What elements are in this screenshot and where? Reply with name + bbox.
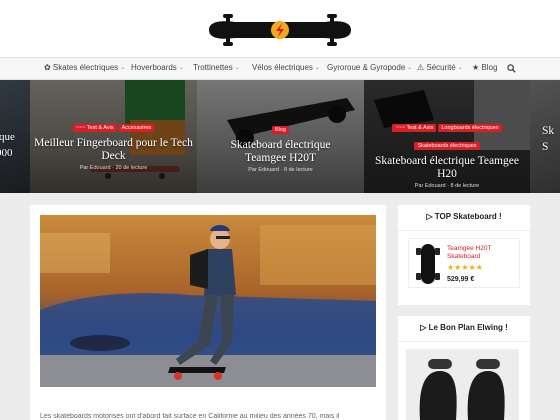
product-card[interactable]: Teamgee H20T Skateboard ★★★★★ 529,99 € — [408, 238, 520, 288]
slide-teamgee-h20[interactable]: ~~~ Test & Avis Longboards électriques Sk… — [364, 80, 530, 193]
nav-item-securite[interactable]: ⚠ Sécurité ⌄ — [417, 63, 463, 72]
chevron-down-icon: ⌄ — [457, 65, 463, 71]
nav-item-velos[interactable]: Vélos électriques ⌄ — [252, 63, 320, 72]
chevron-down-icon: ⌄ — [120, 65, 126, 71]
article-card: Les skateboards motorisés ont d'abord fa… — [30, 205, 386, 420]
slide-meta: Par Edouard · 8 de lecture — [414, 183, 480, 189]
nav-label: ★ Blog — [472, 63, 498, 72]
nav-label: Trottinettes — [193, 63, 233, 72]
nav-label: Vélos électriques — [252, 63, 313, 72]
slide-title: Sk — [542, 125, 555, 137]
slide-meta: Par Edouard · 8 de lecture — [248, 167, 313, 173]
elwing-product-image[interactable] — [406, 349, 519, 420]
slide-title[interactable]: Skateboard électrique Teamgee H20T — [197, 139, 364, 165]
site-header — [0, 0, 560, 57]
product-name[interactable]: Teamgee H20T Skateboard — [447, 245, 517, 261]
category-badge[interactable]: Accessoires — [118, 124, 155, 132]
widget-title: ▷ TOP Skateboard ! — [426, 212, 502, 221]
category-badge[interactable]: Blog — [271, 126, 289, 134]
nav-label: ⚠ Sécurité — [417, 63, 456, 72]
chevron-down-icon: ⌄ — [178, 65, 184, 71]
search-icon[interactable] — [507, 64, 516, 73]
nav-label: Hoverboards — [131, 63, 177, 72]
category-badge[interactable]: ~~~ Test & Avis — [392, 124, 437, 132]
divider — [398, 341, 530, 342]
slide-subtitle: 000 — [0, 147, 13, 159]
divider — [398, 230, 530, 231]
slide-teamgee-h20t[interactable]: Blog Skateboard électrique Teamgee H20T … — [197, 80, 364, 193]
slide-partial-right[interactable]: Sk S — [530, 80, 560, 193]
product-thumbnail[interactable] — [415, 242, 441, 286]
nav-item-blog[interactable]: ★ Blog — [472, 63, 497, 72]
nav-item-hoverboards[interactable]: Hoverboards ⌄ — [131, 63, 184, 72]
main-nav: ✿ Skates électriques ⌄ Hoverboards ⌄ Tro… — [0, 57, 560, 80]
widget-bon-plan: ▷ Le Bon Plan Elwing ! — [398, 316, 530, 420]
skateboarder-photo — [40, 215, 376, 387]
category-badge[interactable]: Longboards électriques — [438, 124, 502, 132]
nav-item-gyroroue[interactable]: Gyroroue & Gyropode ⌄ — [327, 63, 412, 72]
widget-title: ▷ Le Bon Plan Elwing ! — [420, 323, 508, 332]
nav-item-trottinettes[interactable]: Trottinettes ⌄ — [193, 63, 240, 72]
slide-title[interactable]: Meilleur Fingerboard pour le Tech Deck — [30, 137, 197, 163]
featured-slider: ique 000 ~~~ Test & AvisAccessoires Meil… — [0, 80, 560, 193]
chevron-down-icon: ⌄ — [407, 65, 413, 71]
slide-title: ique — [0, 131, 15, 143]
product-price: 529,99 € — [447, 276, 475, 283]
site-logo[interactable] — [205, 10, 355, 50]
rating-stars: ★★★★★ — [447, 263, 483, 272]
nav-label: ✿ Skates électriques — [44, 63, 119, 72]
slide-meta: Par Edouard · 20 de lecture — [79, 165, 148, 171]
slide-partial-left[interactable]: ique 000 — [0, 80, 30, 193]
slide-fingerboard[interactable]: ~~~ Test & Avis Accessoires Meilleur Fing… — [30, 80, 197, 193]
article-intro: Les skateboards motorisés ont d'abord fa… — [40, 413, 340, 420]
slide-title[interactable]: Skateboard électrique Teamgee H20 — [364, 155, 530, 181]
category-badge[interactable]: ~~~ Test & Avis — [72, 124, 117, 132]
slide-subtitle: S — [542, 141, 549, 153]
chevron-down-icon: ⌄ — [314, 65, 320, 71]
nav-item-skates[interactable]: ✿ Skates électriques ⌄ — [44, 63, 125, 72]
article-hero-image — [40, 215, 376, 387]
widget-top-skateboard: ▷ TOP Skateboard ! Teamgee H20T Skateboa… — [398, 205, 530, 305]
chevron-down-icon: ⌄ — [234, 65, 240, 71]
nav-label: Gyroroue & Gyropode — [327, 63, 406, 72]
category-badge[interactable]: Skateboards électriques — [414, 142, 480, 150]
elwing-photo — [406, 349, 519, 420]
